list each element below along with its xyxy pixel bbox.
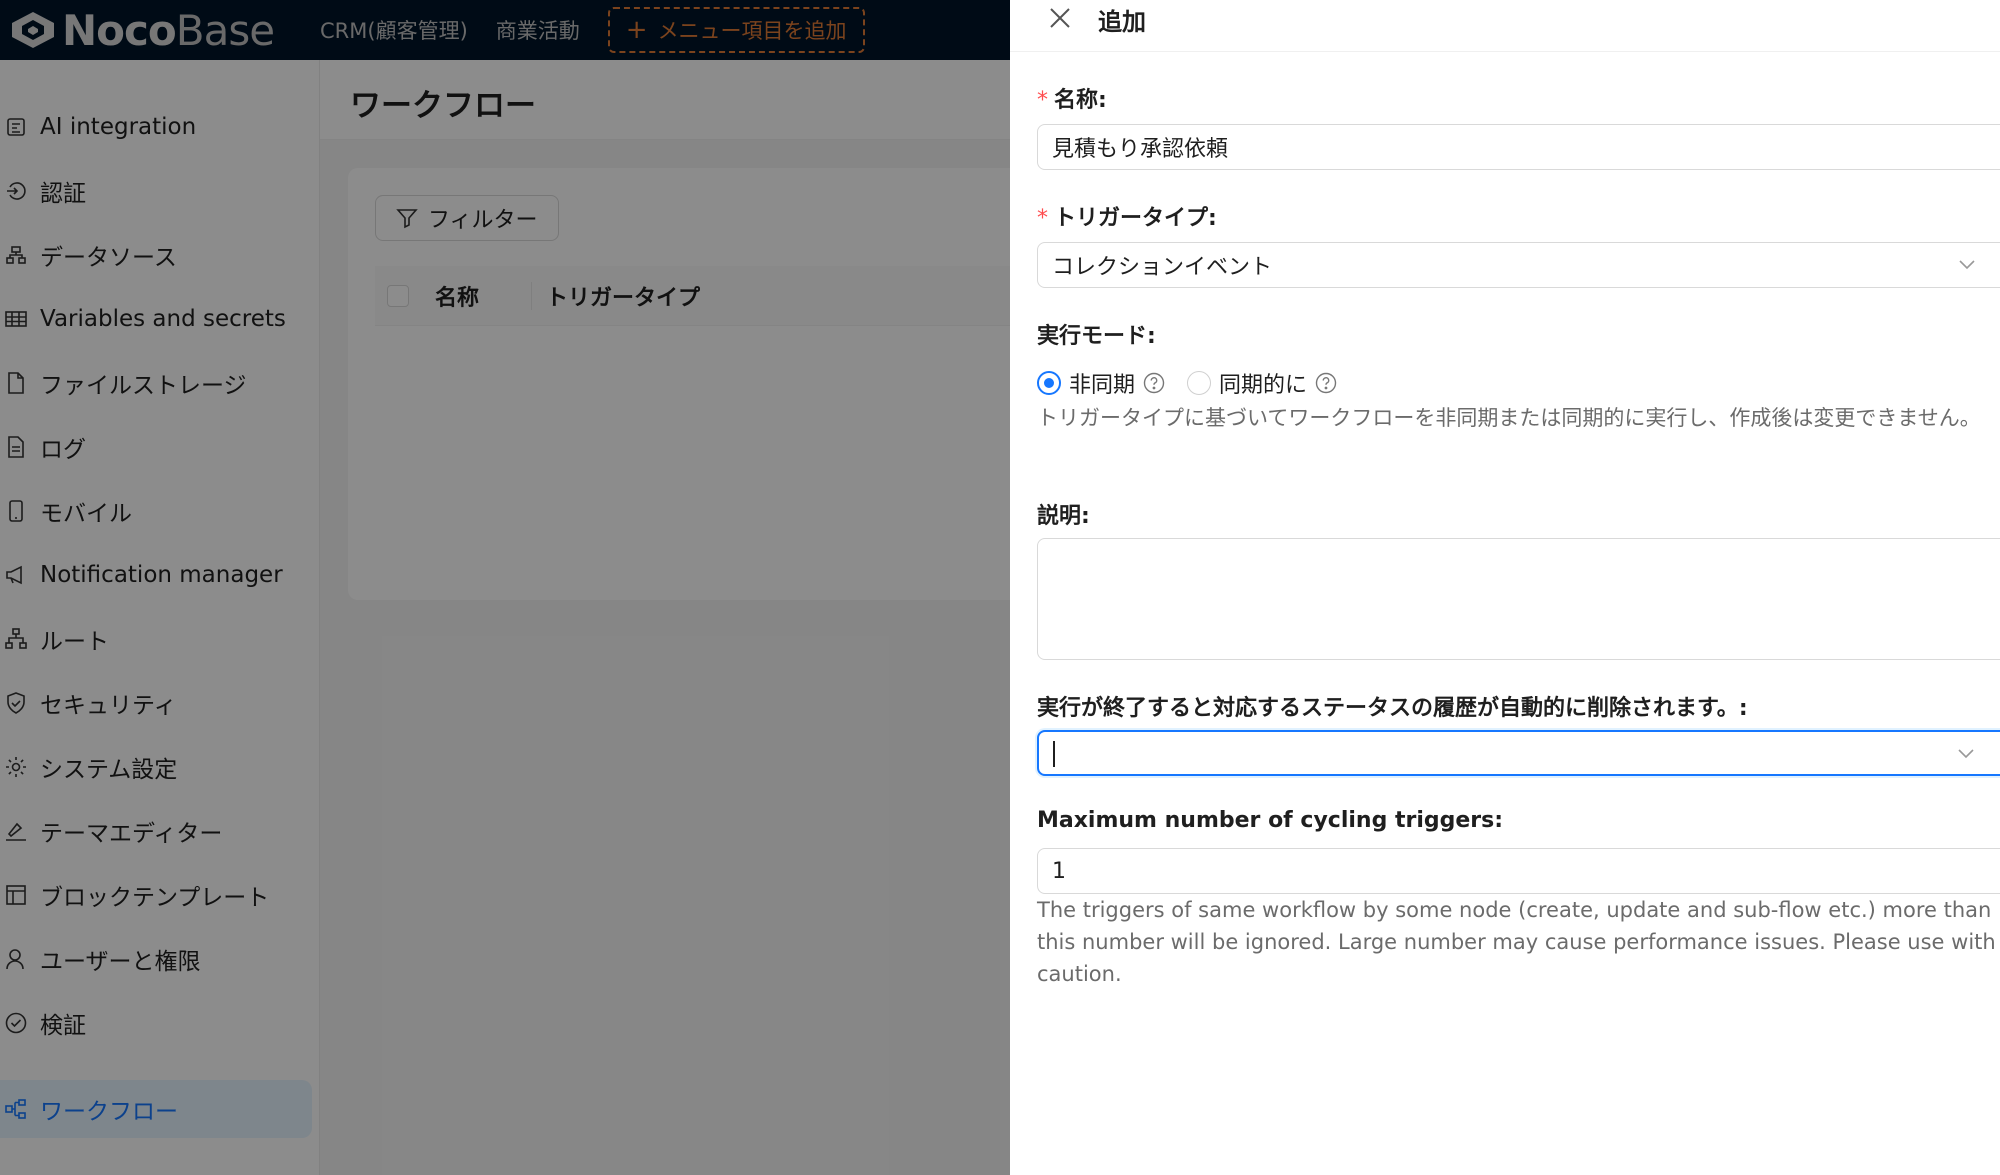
history-cleanup-label-text: 実行が終了すると対応するステータスの履歴が自動的に削除されます。 [1037,696,1739,721]
execution-mode-label-text: 実行モード [1037,324,1148,349]
execution-mode-label: 実行モード: [1037,324,1156,349]
name-label: * 名称: [1037,88,1107,113]
required-mark: * [1037,88,1048,113]
history-cleanup-select[interactable] [1037,730,2000,776]
execution-mode-help: トリガータイプに基づいてワークフローを非同期または同期的に実行し、作成後は変更で… [1037,406,1981,430]
radio-sync-label: 同期的に [1219,373,1308,398]
required-mark: * [1037,206,1048,231]
max-cycling-label: Maximum number of cycling triggers: [1037,808,1504,833]
name-label-text: 名称 [1054,88,1099,113]
name-value: 見積もり承認依頼 [1052,137,1229,162]
max-cycling-input[interactable]: 1 [1037,848,2000,894]
radio-async[interactable]: 非同期 [1037,367,1165,399]
drawer-mask-overlay[interactable] [0,0,1010,1175]
radio-sync[interactable]: 同期的に [1187,367,1337,399]
add-workflow-drawer: 追加 * 名称: 見積もり承認依頼 * トリガータイプ: コレクションイベント 実行… [1010,0,2000,1175]
radio-sync-circle[interactable] [1187,371,1212,395]
trigger-type-value: コレクションイベント [1052,255,1273,280]
trigger-type-label: * トリガータイプ: [1037,206,1217,231]
max-cycling-value: 1 [1052,858,1066,884]
description-label: 説明: [1037,504,1090,529]
description-label-text: 説明 [1037,504,1082,529]
trigger-type-label-text: トリガータイプ [1054,206,1209,231]
text-cursor [1053,741,1055,767]
radio-async-label: 非同期 [1069,373,1136,398]
execution-mode-radio-group: 非同期 同期的に [1037,367,1359,399]
name-field[interactable]: 見積もり承認依頼 [1037,124,2000,170]
close-icon[interactable] [1046,4,1074,32]
radio-async-circle[interactable] [1037,371,1061,395]
history-cleanup-label: 実行が終了すると対応するステータスの履歴が自動的に削除されます。: [1037,696,1748,721]
max-cycling-label-text: Maximum number of cycling triggers [1037,808,1495,833]
description-textarea[interactable] [1037,538,2000,660]
chevron-down-icon [1958,749,1974,759]
trigger-type-select[interactable]: コレクションイベント [1037,242,2000,288]
question-circle-icon[interactable] [1315,372,1337,394]
drawer-header: 追加 [1010,0,2000,52]
drawer-title: 追加 [1098,8,1146,36]
question-circle-icon[interactable] [1143,372,1165,394]
chevron-down-icon [1959,260,1975,270]
max-cycling-help: The triggers of same workflow by some no… [1037,898,1996,986]
